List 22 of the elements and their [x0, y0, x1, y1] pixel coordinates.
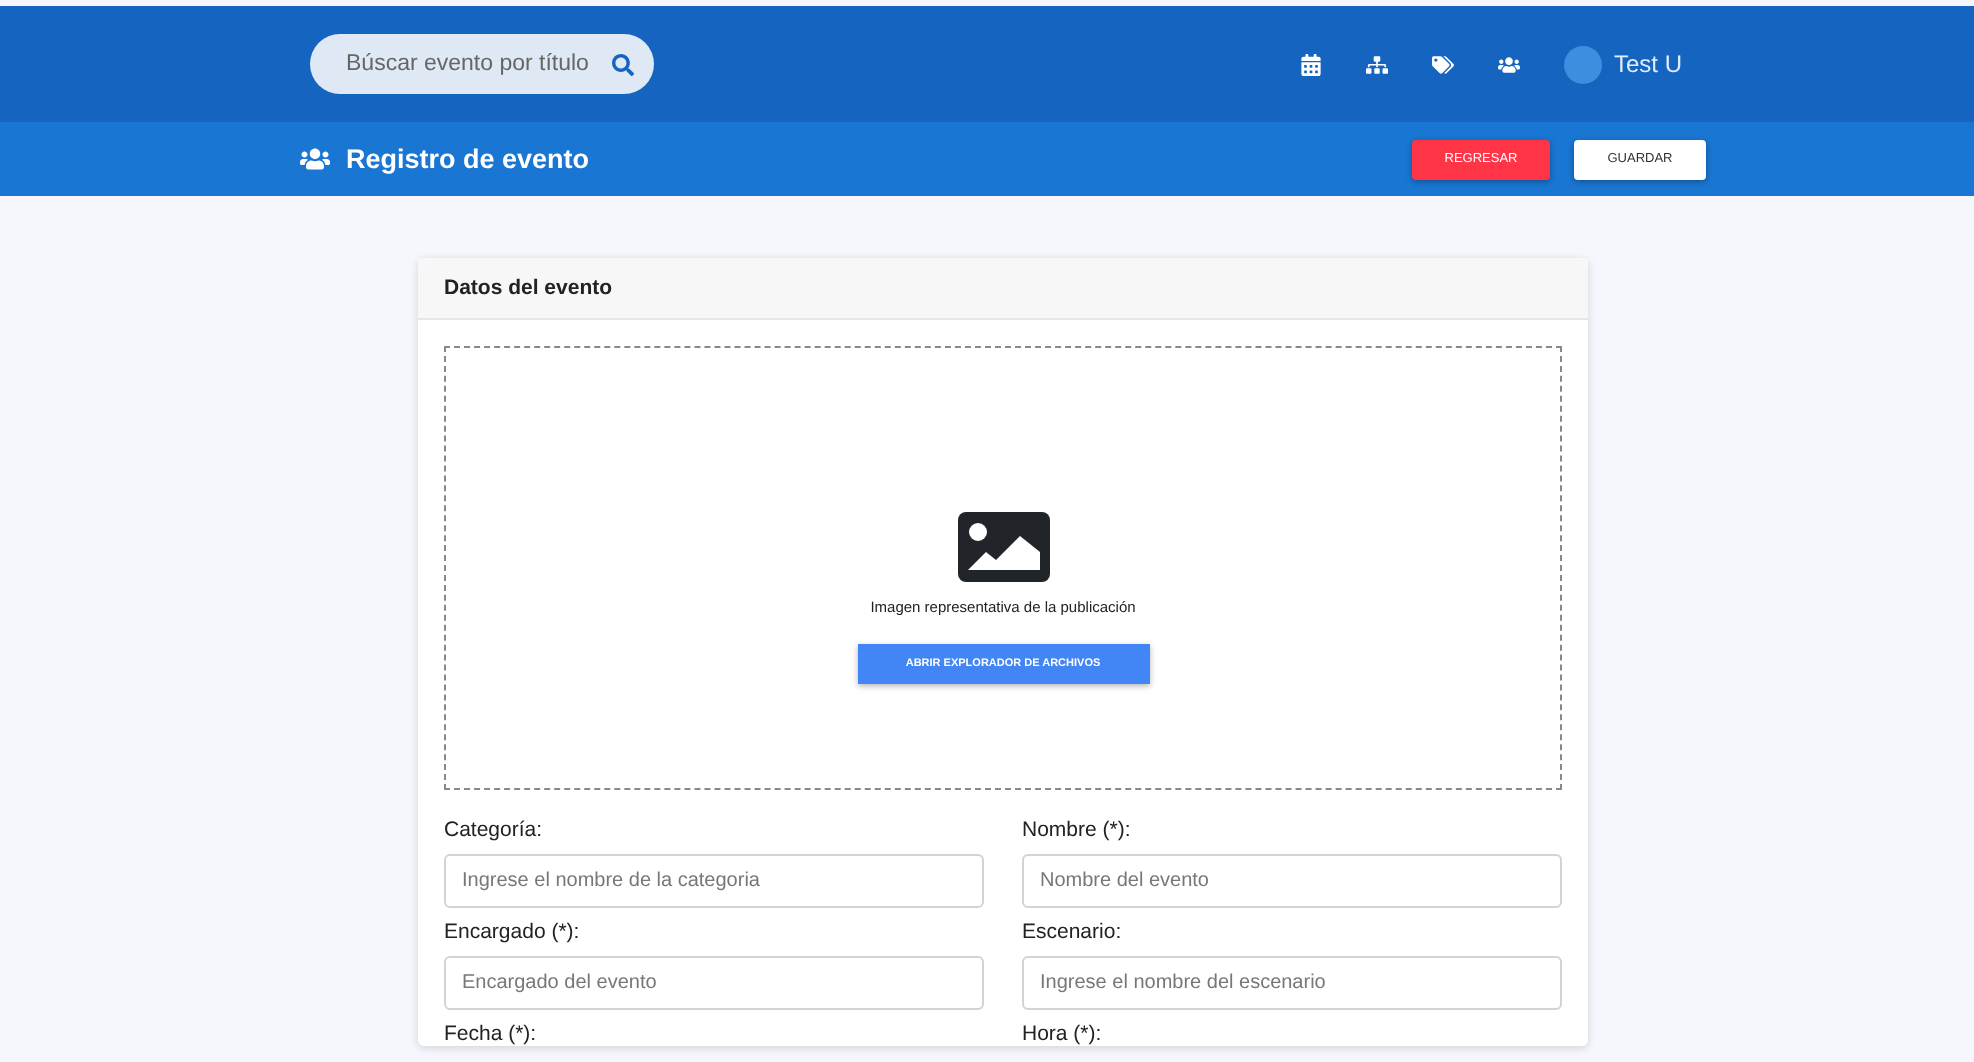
- field-label: Encargado (*):: [444, 920, 582, 944]
- calendar-icon[interactable]: [1299, 53, 1322, 75]
- field-label: Nombre (*):: [1022, 818, 1133, 842]
- user-name[interactable]: Test U: [1613, 50, 1682, 78]
- input-field[interactable]: Encargado del evento: [444, 956, 984, 1010]
- image-icon: [957, 512, 1049, 582]
- field-label: Fecha (*):: [444, 1022, 539, 1046]
- users-icon[interactable]: [1497, 53, 1520, 75]
- field-label: Categoría:: [444, 818, 545, 842]
- field-label: Escenario:: [1022, 920, 1124, 944]
- search-bar[interactable]: Búscar evento por título: [310, 34, 654, 94]
- input-field[interactable]: Ingrese el nombre de la categoria: [444, 854, 984, 908]
- input-field[interactable]: Nombre del evento: [1022, 854, 1562, 908]
- tags-icon[interactable]: [1431, 53, 1454, 75]
- page-title: Registro de evento: [346, 144, 590, 174]
- card-title: Datos del evento: [418, 258, 1588, 320]
- users-icon: [300, 144, 330, 174]
- input-field[interactable]: Ingrese el nombre del escenario: [1022, 956, 1562, 1010]
- sitemap-icon[interactable]: [1365, 53, 1388, 75]
- search-icon[interactable]: [612, 53, 634, 75]
- search-field[interactable]: Búscar evento por título: [342, 50, 610, 78]
- field-label: Hora (*):: [1022, 1022, 1104, 1046]
